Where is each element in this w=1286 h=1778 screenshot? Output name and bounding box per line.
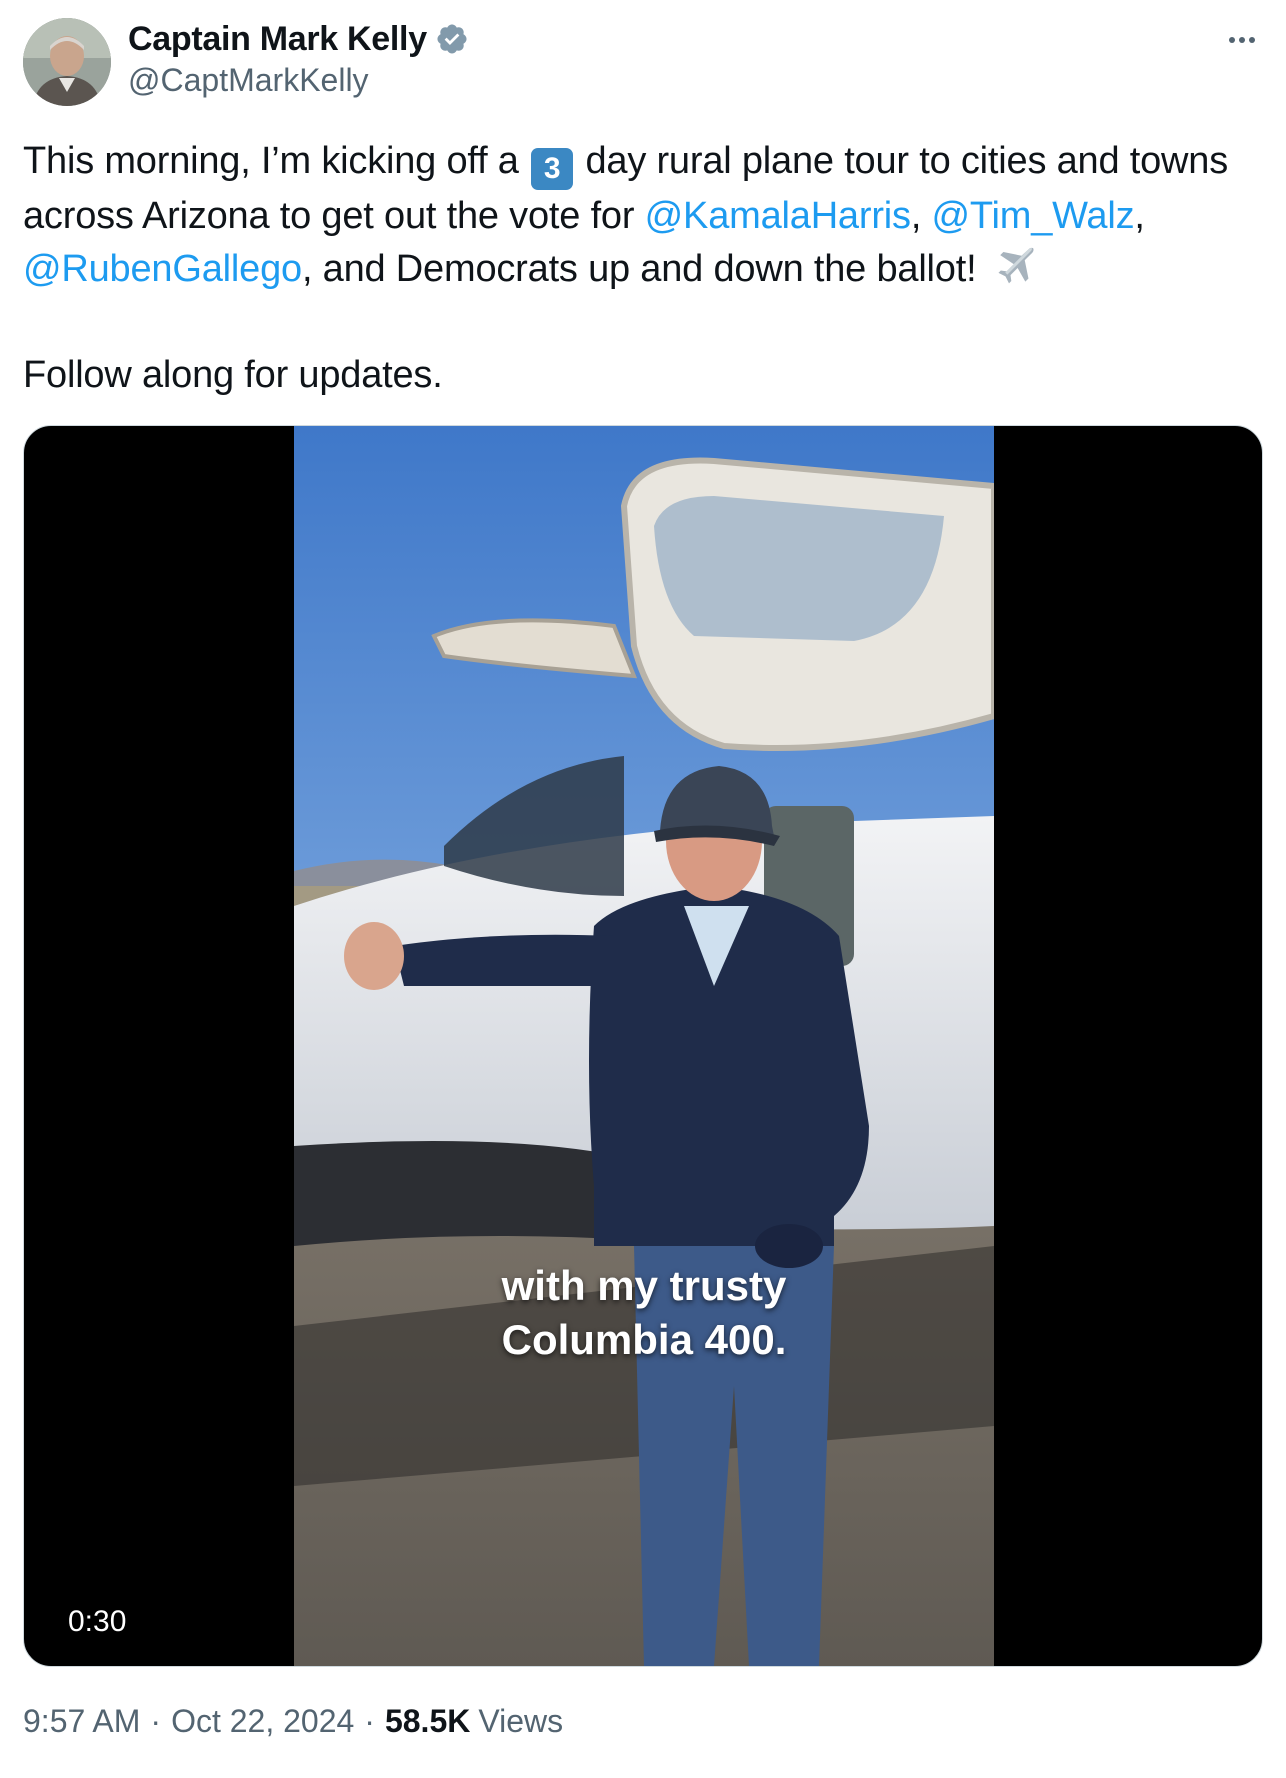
- tweet-meta: 9:57 AM · Oct 22, 2024 · 58.5K Views: [23, 1703, 563, 1740]
- views-label: Views: [478, 1703, 564, 1739]
- mention-link-ruben-gallego[interactable]: @RubenGallego: [23, 248, 302, 290]
- more-dot: [1239, 37, 1245, 43]
- airplane-emoji-icon: [998, 247, 1034, 284]
- meta-separator: ·: [364, 1703, 375, 1739]
- tweet: Captain Mark Kelly @CaptMarkKelly This m…: [0, 0, 1286, 1778]
- video-player[interactable]: with my trusty Columbia 400. 0:30: [23, 425, 1263, 1667]
- video-caption: with my trusty Columbia 400.: [294, 1259, 994, 1367]
- tweet-text-segment: ,: [910, 195, 932, 237]
- tweet-paragraph-2: Follow along for updates.: [23, 354, 443, 396]
- video-caption-line: Columbia 400.: [501, 1316, 787, 1363]
- video-duration-badge: 0:30: [54, 1601, 141, 1643]
- mention-link-kamala-harris[interactable]: @KamalaHarris: [645, 195, 911, 237]
- tweet-text: This morning, I’m kicking off a 3 day ru…: [23, 135, 1263, 402]
- tweet-text-segment: , and Democrats up and down the ballot!: [301, 248, 987, 290]
- avatar-photo: [23, 18, 111, 106]
- tweet-paragraph-1: This morning, I’m kicking off a 3 day ru…: [23, 135, 1263, 296]
- tweet-text-segment: This morning, I’m kicking off a: [23, 140, 530, 182]
- tweet-timestamp-date[interactable]: Oct 22, 2024: [171, 1703, 354, 1740]
- more-options-icon[interactable]: [1222, 20, 1262, 60]
- video-thumbnail: [294, 426, 994, 1666]
- video-frame: with my trusty Columbia 400.: [294, 426, 994, 1666]
- video-caption-line: with my trusty: [501, 1262, 787, 1309]
- more-dot: [1249, 37, 1255, 43]
- author-handle[interactable]: @CaptMarkKelly: [128, 62, 369, 99]
- views-count: 58.5K: [384, 1703, 471, 1739]
- author-name-row: Captain Mark Kelly: [128, 18, 469, 60]
- tweet-text-segment: ,: [1134, 195, 1145, 237]
- meta-separator: ·: [150, 1703, 162, 1739]
- more-dot: [1229, 37, 1235, 43]
- keycap-digit-three-emoji: 3: [531, 148, 574, 190]
- verified-badge-icon[interactable]: [435, 22, 469, 56]
- tweet-timestamp-time[interactable]: 9:57 AM: [23, 1703, 140, 1740]
- author-display-name[interactable]: Captain Mark Kelly: [128, 20, 427, 59]
- mention-link-tim-walz[interactable]: @Tim_Walz: [932, 195, 1135, 237]
- avatar[interactable]: [23, 18, 111, 106]
